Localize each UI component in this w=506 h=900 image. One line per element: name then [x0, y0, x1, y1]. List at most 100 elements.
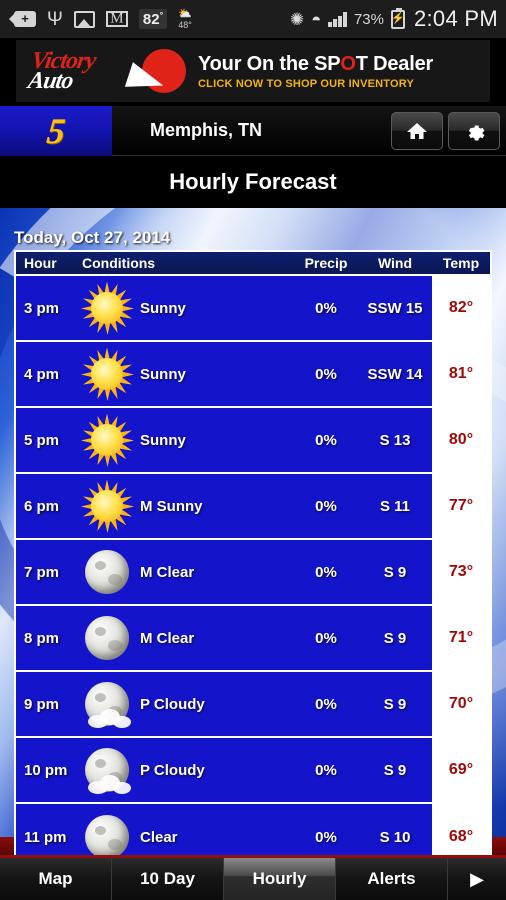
cloud-icon [88, 774, 132, 794]
cell-hour: 6 pm [24, 497, 60, 515]
hourly-forecast-table: Hour Conditions Precip Wind Temp 3 pm Sun… [14, 250, 492, 855]
cell-wind: S 9 [383, 563, 407, 581]
status-temp-value: 82 [142, 11, 160, 28]
ad-banner[interactable]: Victory Auto Your On the SPOT Dealer CLI… [0, 38, 506, 104]
table-row[interactable]: 4 pm Sunny 0% SSW 14 81° [16, 342, 490, 408]
ad-headline-b: T Dealer [355, 52, 434, 75]
nav-tab-10-day[interactable]: 10 Day [112, 858, 224, 900]
cell-temp: 82° [432, 276, 490, 340]
cell-condition-text: P Cloudy [140, 695, 205, 713]
weather-icon [74, 410, 140, 470]
moon-icon [85, 550, 129, 594]
ad-headline: Your On the SPOT Dealer [198, 53, 433, 76]
ad-copy: Your On the SPOT Dealer CLICK NOW TO SHO… [198, 53, 433, 90]
cell-hour: 4 pm [24, 365, 60, 383]
app-header: 5 Memphis, TN [0, 105, 506, 156]
cell-condition-text: M Clear [140, 563, 195, 581]
table-row[interactable]: 10 pm P Cloudy 0% S 9 69° [16, 738, 490, 804]
status-temp-unit: ° [159, 10, 164, 20]
settings-button[interactable] [448, 111, 500, 150]
signal-bars-icon [328, 11, 347, 27]
page-title: Memphis, TN [150, 120, 263, 140]
cell-temp: 73° [432, 540, 490, 604]
nav-tab-hourly[interactable]: Hourly [224, 858, 336, 900]
cell-conditions: M Clear [68, 608, 294, 668]
cell-precip: 0% [315, 431, 337, 449]
ad-subline: CLICK NOW TO SHOP OUR INVENTORY [198, 77, 415, 90]
ad-brand-logo: Victory Auto [26, 48, 130, 94]
cell-precip: 0% [315, 299, 337, 317]
cell-precip: 0% [315, 695, 337, 713]
station-logo[interactable]: 5 [0, 105, 112, 156]
table-row[interactable]: 7 pm M Clear 0% S 9 73° [16, 540, 490, 606]
battery-percent: 73% [353, 10, 384, 28]
cell-condition-text: P Cloudy [140, 761, 205, 779]
weather-icon [74, 674, 140, 734]
cell-hour: 9 pm [24, 695, 60, 713]
nav-tab-label: Hourly [252, 869, 307, 888]
cell-conditions: M Sunny [68, 476, 294, 536]
status-temp-badge: 82° [138, 9, 168, 29]
cell-hour: 11 pm [24, 828, 67, 846]
column-header-temp: Temp [442, 255, 480, 271]
moon-icon [85, 616, 129, 660]
cell-precip: 0% [315, 828, 337, 846]
battery-charging-icon [390, 7, 405, 29]
table-header-row: Hour Conditions Precip Wind Temp [16, 252, 490, 276]
nav-tab-map[interactable]: Map [0, 858, 112, 900]
cell-condition-text: M Clear [140, 629, 195, 647]
home-icon [406, 121, 428, 141]
table-row[interactable]: 8 pm M Clear 0% S 9 71° [16, 606, 490, 672]
cell-wind: SSW 15 [367, 299, 423, 317]
cell-wind: S 11 [379, 497, 411, 515]
forecast-content: Today, Oct 27, 2014 Hour Conditions Prec… [0, 208, 506, 855]
cell-wind: S 9 [383, 629, 407, 647]
forecast-date-label: Today, Oct 27, 2014 [14, 228, 171, 247]
table-row[interactable]: 6 pm M Sunny 0% S 11 77° [16, 474, 490, 540]
cell-temp: 69° [432, 738, 490, 802]
weather-icon [74, 344, 140, 404]
table-body: 3 pm Sunny 0% SSW 15 82° 4 pm Sunny 0% SSW 14 81°… [16, 276, 490, 855]
weather-icon [74, 476, 140, 536]
station-logo-text: 5 [44, 110, 68, 151]
weather-icon [74, 542, 140, 602]
nav-tab-alerts[interactable]: Alerts [336, 858, 448, 900]
cell-conditions: Sunny [68, 344, 294, 404]
wifi-icon: ◓ [311, 9, 322, 29]
cell-wind: S 10 [379, 828, 411, 846]
column-header-hour: Hour [24, 255, 57, 271]
status-clock: 2:04 PM [413, 6, 498, 31]
table-row[interactable]: 3 pm Sunny 0% SSW 15 82° [16, 276, 490, 342]
cell-conditions: M Clear [68, 542, 294, 602]
cell-hour: 8 pm [24, 629, 60, 647]
usb-icon: Ψ [47, 8, 63, 30]
ad-banner-inner[interactable]: Victory Auto Your On the SPOT Dealer CLI… [16, 40, 490, 102]
weather-icon [74, 807, 140, 855]
cell-wind: S 13 [379, 431, 411, 449]
moon-icon [85, 815, 129, 855]
gallery-icon [73, 10, 95, 28]
weather-icon [74, 740, 140, 800]
more-tabs-button[interactable]: ▶ [448, 858, 506, 900]
cell-conditions: Clear [68, 807, 294, 855]
cell-condition-text: M Sunny [140, 497, 203, 515]
section-title-bar: Hourly Forecast [0, 156, 506, 208]
table-row[interactable]: 9 pm P Cloudy 0% S 9 70° [16, 672, 490, 738]
cell-precip: 0% [315, 497, 337, 515]
cell-precip: 0% [315, 365, 337, 383]
weather-widget-glyph: ⛅ [178, 7, 192, 20]
column-header-conditions: Conditions [82, 255, 156, 271]
cell-temp: 81° [432, 342, 490, 406]
table-row[interactable]: 11 pm Clear 0% S 10 68° [16, 804, 490, 855]
nav-tab-label: Map [38, 869, 73, 888]
cell-temp: 77° [432, 474, 490, 538]
cell-wind: S 9 [383, 761, 407, 779]
cell-precip: 0% [315, 629, 337, 647]
table-row[interactable]: 5 pm Sunny 0% S 13 80° [16, 408, 490, 474]
home-button[interactable] [391, 111, 443, 150]
cell-hour: 7 pm [24, 563, 60, 581]
cell-precip: 0% [315, 761, 337, 779]
cell-wind: S 9 [383, 695, 407, 713]
nav-tab-label: Alerts [367, 869, 416, 888]
cell-hour: 10 pm [24, 761, 68, 779]
